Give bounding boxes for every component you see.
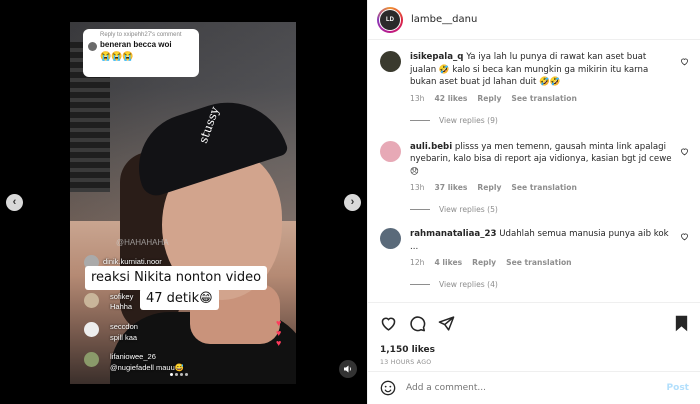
comment-username[interactable]: rahmanataliaa_23 [410,229,496,239]
live-comment-text: spill kaa [110,333,138,342]
reply-text: beneran becca woi [100,40,172,49]
mute-button[interactable] [339,360,357,378]
like-comment-button[interactable] [680,147,689,158]
avatar[interactable] [380,228,401,249]
comment-username[interactable]: auli.bebi [410,142,452,152]
live-comment-name: dinik.kurniati.noor [103,257,162,266]
heart-outline-icon [681,148,688,155]
carousel-dot [180,373,183,376]
comment-likes[interactable]: 4 likes [434,258,462,267]
heart-icon: ♥ [276,338,282,348]
comment-username[interactable]: isikepala_q [410,52,463,62]
previous-post-button[interactable]: ‹ [6,194,23,211]
emoji-icon[interactable] [380,380,396,396]
carousel-dot [185,373,188,376]
carousel-indicator [170,373,188,376]
live-comment-name: seccdon [110,322,138,331]
heart-outline-icon [681,58,688,66]
view-replies-label: View replies (5) [439,205,498,214]
chevron-right-icon: › [350,196,355,208]
avatar [84,322,99,337]
post-timestamp: 13 HOURS AGO [380,359,432,366]
bookmark-icon[interactable] [674,315,689,332]
reply-button[interactable]: Reply [477,94,501,103]
username-link[interactable]: lambe__danu [411,14,477,25]
comments-list: isikepala_q Ya iya lah lu punya di rawat… [368,41,700,301]
view-replies-button[interactable]: View replies (4) [410,280,689,289]
post-comment-button[interactable]: Post [667,383,689,393]
avatar [88,42,97,51]
comments-panel: LD lambe__danu isikepala_q Ya iya lah lu… [367,0,700,404]
comment-time[interactable]: 13h [410,94,424,103]
comment-time[interactable]: 13h [410,183,424,192]
comment-item: rahmanataliaa_23 Udahlah semua manusia p… [380,214,689,267]
live-comment-name: lifaniowee_26 [110,352,156,361]
caption-line-1: reaksi Nikita nonton video [85,266,268,290]
comment-likes[interactable]: 42 likes [434,94,467,103]
floating-hearts: ♥ ♥ ♥ [276,318,281,348]
post-header: LD lambe__danu [368,0,700,40]
view-replies-label: View replies (4) [439,280,498,289]
avatar [84,293,99,308]
avatar[interactable]: LD [377,6,403,33]
like-comment-button[interactable] [680,232,689,243]
live-comment-text: @nugiefadell mauu😅 [110,363,185,372]
carousel-dot [170,373,173,376]
divider [410,284,430,285]
like-heart-icon[interactable] [380,315,397,332]
comment-composer: Post [368,371,700,404]
post-viewer: ‹ › stussy Reply to xxipehh27's comment … [0,0,700,404]
post-like-count[interactable]: 1,150 likes [380,345,689,355]
see-translation-button[interactable]: See translation [506,258,571,267]
reply-to-label: Reply to xxipehh27's comment [100,32,182,38]
heart-icon: ♥ [276,328,282,338]
comment-item: auli.bebi plisss ya men temenn, gausah m… [380,125,689,192]
see-translation-button[interactable]: See translation [511,183,576,192]
heart-outline-icon [681,233,688,241]
post-actions: 1,150 likes 13 HOURS AGO [368,302,700,366]
reply-button[interactable]: Reply [472,258,496,267]
view-replies-button[interactable]: View replies (9) [410,116,689,125]
watermark-text: @HAHAHAHA [116,238,169,247]
reply-button[interactable]: Reply [477,183,501,192]
reply-sticker: Reply to xxipehh27's comment beneran bec… [83,29,199,77]
chevron-left-icon: ‹ [12,196,17,208]
media-pane: ‹ › stussy Reply to xxipehh27's comment … [0,0,367,404]
caption-line-2: 47 detik😁 [140,288,219,310]
comment-likes[interactable]: 37 likes [434,183,467,192]
divider [410,119,430,121]
heart-icon: ♥ [276,318,282,328]
speaker-icon [344,365,351,373]
comment-bubble-icon[interactable] [409,315,426,332]
add-comment-input[interactable] [406,383,667,393]
live-comment-text: Hahha [110,302,133,311]
see-translation-button[interactable]: See translation [511,94,576,103]
like-comment-button[interactable] [680,57,689,68]
comment-item: isikepala_q Ya iya lah lu punya di rawat… [380,41,689,103]
view-replies-label: View replies (9) [439,115,498,125]
comment-time[interactable]: 12h [410,258,424,267]
avatar[interactable] [380,51,401,72]
avatar [84,352,99,367]
share-paper-plane-icon[interactable] [438,315,455,332]
reply-emoji: 😭😭😭 [100,51,134,61]
divider [410,209,430,210]
avatar-initials: LD [380,9,400,30]
view-replies-button[interactable]: View replies (5) [410,205,689,214]
avatar[interactable] [380,140,401,162]
live-comment-name: sofikey [110,292,134,301]
next-post-button[interactable]: › [344,194,361,211]
carousel-dot [175,373,178,376]
